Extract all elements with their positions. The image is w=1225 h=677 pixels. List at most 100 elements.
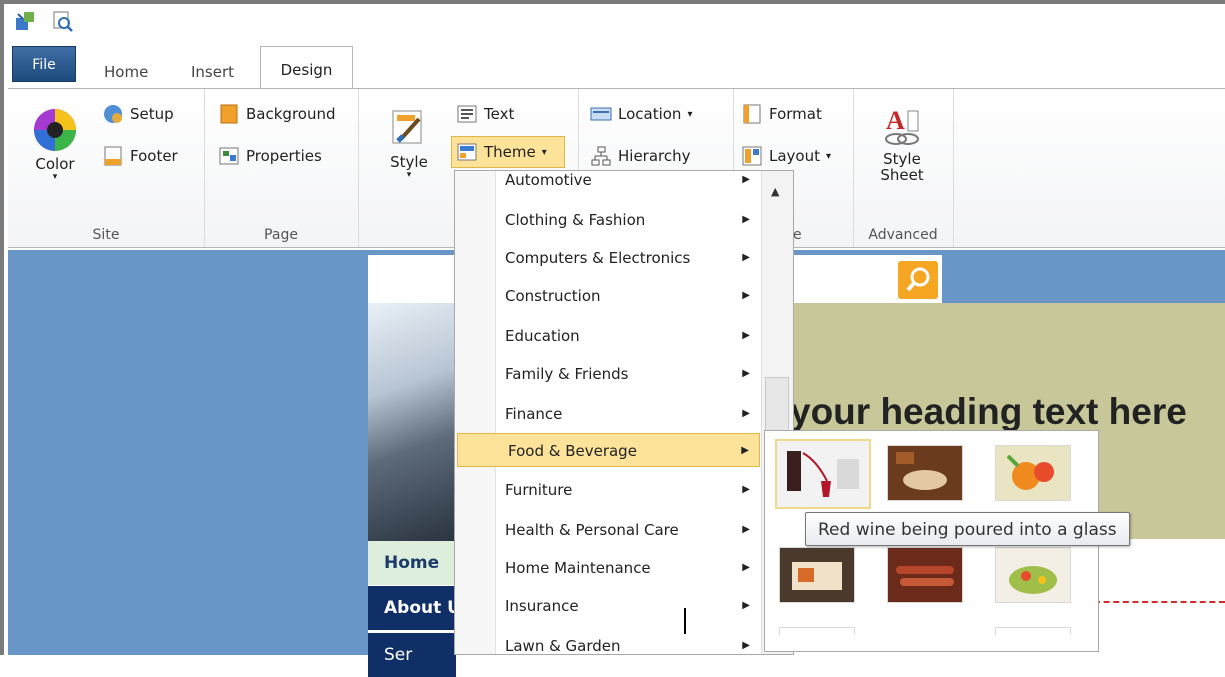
menu-item-label: Insurance (505, 597, 579, 615)
menu-item[interactable]: Automotive ▶ (455, 171, 760, 197)
submenu-arrow-icon: ▶ (742, 290, 750, 301)
format-icon (743, 104, 761, 124)
submenu-arrow-icon: ▶ (742, 600, 750, 611)
menu-item[interactable]: Construction ▶ (455, 279, 760, 313)
menu-item[interactable]: Home Maintenance ▶ (455, 551, 760, 585)
menu-item[interactable]: Insurance ▶ (455, 589, 760, 623)
theme-thumbnail-restaurant[interactable] (887, 445, 963, 501)
menu-item[interactable]: Furniture ▶ (455, 473, 760, 507)
theme-thumbnail-partial[interactable] (779, 627, 855, 635)
quick-access-toolbar (14, 10, 74, 36)
style-button[interactable]: Style ▾ (380, 105, 438, 180)
restaurant-image-icon (888, 446, 962, 500)
color-wheel-icon (34, 109, 76, 151)
group-site: Color ▾ Setup Footer Site (8, 89, 205, 247)
menu-item-label: Automotive (505, 171, 592, 189)
menu-item[interactable]: Clothing & Fashion ▶ (455, 203, 760, 237)
footer-icon (104, 146, 122, 166)
menu-item-label: Health & Personal Care (505, 521, 679, 539)
submenu-arrow-icon: ▶ (742, 640, 750, 651)
menu-item[interactable]: Health & Personal Care ▶ (455, 513, 760, 547)
color-label: Color (35, 155, 75, 173)
background-button[interactable]: Background (218, 101, 336, 127)
style-sheet-button[interactable]: A Style Sheet (867, 103, 937, 183)
site-heading[interactable]: your heading text here (790, 391, 1187, 433)
salad-image-icon (996, 548, 1070, 602)
submenu-arrow-icon: ▶ (742, 408, 750, 419)
menu-item-label: Furniture (505, 481, 573, 499)
setup-button[interactable]: Setup (102, 101, 174, 127)
tab-design[interactable]: Design (260, 46, 353, 88)
site-nav-third[interactable]: Ser (368, 633, 456, 677)
hierarchy-button[interactable]: Hierarchy (590, 143, 691, 169)
text-icon (457, 105, 477, 123)
submenu-arrow-icon: ▶ (742, 330, 750, 341)
menu-item-label: Home Maintenance (505, 559, 651, 577)
submenu-arrow-icon: ▶ (742, 252, 750, 263)
drinks-image-icon (996, 446, 1070, 500)
paintbrush-icon (392, 110, 422, 144)
format-label: Format (769, 105, 822, 123)
menu-item[interactable]: Lawn & Garden ▶ (455, 629, 760, 654)
text-button[interactable]: Text (456, 101, 514, 127)
group-label-scheme: e (793, 227, 802, 243)
scroll-up-icon[interactable]: ▲ (771, 185, 779, 198)
background-label: Background (246, 105, 336, 123)
theme-thumbnail-salad[interactable] (995, 547, 1071, 603)
setup-label: Setup (130, 105, 174, 123)
layout-button[interactable]: Layout ▾ (741, 143, 831, 169)
submenu-arrow-icon: ▶ (742, 562, 750, 573)
footer-button[interactable]: Footer (102, 143, 178, 169)
format-button[interactable]: Format (741, 101, 822, 127)
dashed-divider (1094, 601, 1225, 603)
group-label-site: Site (92, 227, 120, 243)
menu-item[interactable]: Family & Friends ▶ (455, 357, 760, 391)
submenu-arrow-icon: ▶ (742, 524, 750, 535)
theme-thumbnail-lunchbox[interactable] (779, 547, 855, 603)
theme-icon (457, 143, 477, 161)
search-icon (906, 267, 930, 292)
location-label: Location (618, 105, 682, 123)
menu-item-highlighted[interactable]: Food & Beverage ▶ (457, 433, 760, 467)
theme-thumbnail-sausages[interactable] (887, 547, 963, 603)
scroll-thumb[interactable] (765, 377, 789, 432)
location-button[interactable]: Location ▾ (590, 101, 692, 127)
ribbon-tabs: File Home Insert Design (8, 42, 1225, 88)
theme-thumbnail-wine[interactable] (775, 439, 871, 509)
background-icon (220, 104, 238, 124)
menu-item-label: Family & Friends (505, 365, 629, 383)
publish-icon[interactable] (14, 10, 36, 32)
properties-button[interactable]: Properties (218, 143, 322, 169)
hierarchy-icon (591, 146, 611, 166)
theme-button[interactable]: Theme ▾ (451, 136, 565, 168)
chevron-down-icon: ▾ (406, 170, 412, 180)
color-button[interactable]: Color ▾ (22, 103, 88, 182)
menu-item[interactable]: Education ▶ (455, 319, 760, 353)
location-icon (590, 107, 612, 121)
search-button[interactable] (898, 261, 938, 299)
submenu-arrow-icon: ▶ (742, 174, 750, 185)
group-page: Background Properties Page (204, 89, 359, 247)
menu-item-label: Finance (505, 405, 563, 423)
site-header-accent (942, 255, 1225, 303)
tab-insert[interactable]: Insert (191, 58, 234, 86)
site-nav-home[interactable]: Home (368, 541, 456, 585)
properties-icon (219, 147, 239, 165)
submenu-arrow-icon: ▶ (742, 214, 750, 225)
theme-label: Theme (484, 143, 536, 161)
style-sheet-label-2: Sheet (880, 166, 924, 184)
style-label: Style (390, 153, 428, 171)
text-label: Text (484, 105, 515, 123)
menu-item[interactable]: Computers & Electronics ▶ (455, 241, 760, 275)
submenu-arrow-icon: ▶ (741, 445, 749, 456)
submenu-arrow-icon: ▶ (742, 368, 750, 379)
chevron-down-icon: ▾ (541, 146, 547, 158)
preview-icon[interactable] (52, 10, 74, 32)
text-cursor (684, 608, 686, 634)
site-nav-about[interactable]: About U (368, 586, 456, 630)
tab-file[interactable]: File (12, 46, 76, 82)
theme-thumbnail-drinks[interactable] (995, 445, 1071, 501)
tab-home[interactable]: Home (104, 58, 148, 86)
menu-item[interactable]: Finance ▶ (455, 397, 760, 431)
theme-thumbnail-partial[interactable] (995, 627, 1071, 635)
